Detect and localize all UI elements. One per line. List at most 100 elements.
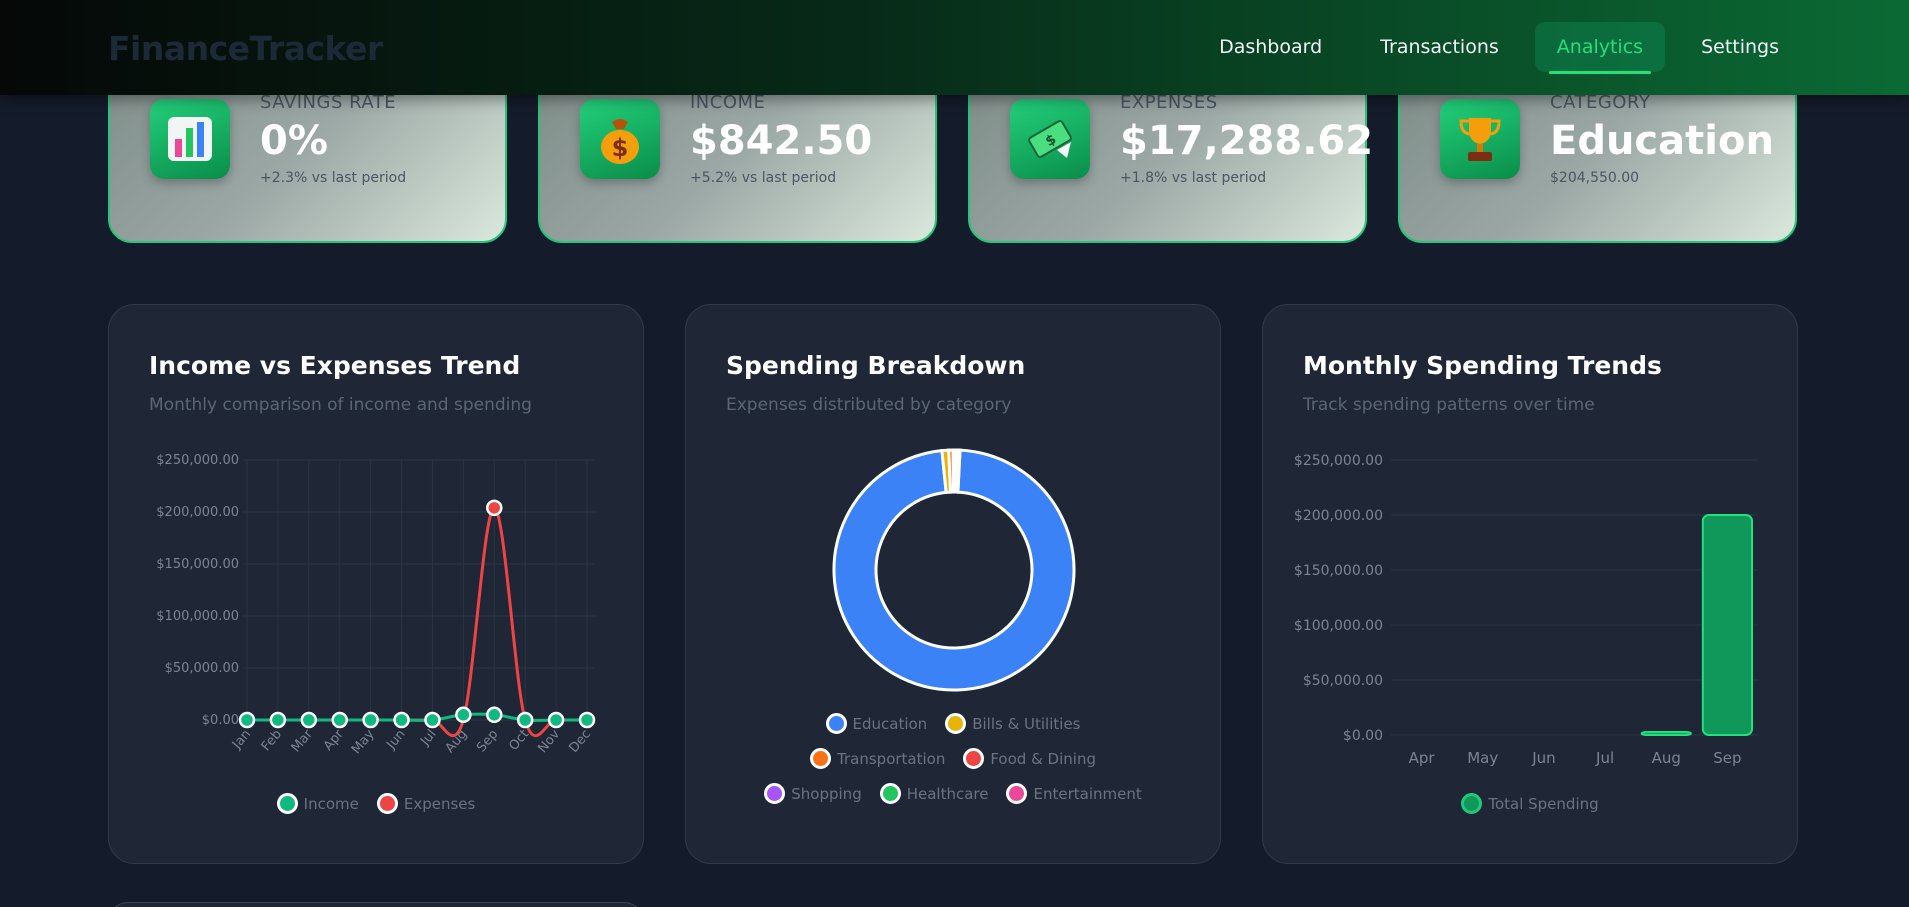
svg-text:$: $ <box>612 134 629 162</box>
data-point-income <box>486 706 503 724</box>
x-tick-label: Dec <box>566 727 594 756</box>
x-tick-label: Jul <box>1595 749 1614 767</box>
stat-value: $842.50 <box>690 118 873 164</box>
x-tick-label: Jun <box>1531 749 1555 767</box>
stat-label: CATEGORY <box>1550 92 1651 113</box>
legend-dot-icon <box>1006 783 1028 804</box>
main-nav: Dashboard Transactions Analytics Setting… <box>1197 22 1801 74</box>
nav-settings[interactable]: Settings <box>1679 22 1801 72</box>
data-point-income <box>578 711 596 729</box>
legend-dot-icon <box>879 783 901 804</box>
donut-chart <box>832 448 1076 692</box>
legend-dot-icon <box>376 793 398 814</box>
legend-item[interactable]: Transportation <box>810 748 945 769</box>
brand-logo[interactable]: FinanceTracker <box>108 29 383 68</box>
y-tick-label: $100,000.00 <box>1294 618 1383 634</box>
x-tick-label: May <box>1467 749 1498 767</box>
data-point-income <box>516 711 534 729</box>
stat-sub: +1.8% vs last period <box>1120 170 1267 186</box>
y-tick-label: $250,000.00 <box>156 453 239 468</box>
trend-chart-panel: Income vs Expenses Trend Monthly compari… <box>108 304 644 864</box>
y-tick-label: $50,000.00 <box>165 661 239 676</box>
series-line-expenses <box>247 506 587 738</box>
bar-chart: $0.00 $50,000.00 $100,000.00 $150,000.00 $20… <box>1294 453 1758 767</box>
next-card-peek <box>108 902 644 907</box>
breakdown-legend: Education Bills & Utilities Transportation… <box>686 713 1220 804</box>
legend-label: Expenses <box>403 794 476 813</box>
nav-transactions[interactable]: Transactions <box>1358 22 1521 72</box>
legend-item[interactable]: Education <box>825 713 928 734</box>
data-point-income <box>300 711 318 729</box>
trophy-icon <box>1440 99 1520 179</box>
bar-sep <box>1701 514 1754 736</box>
stat-label: INCOME <box>690 92 766 113</box>
legend-label: Entertainment <box>1033 784 1142 803</box>
legend-item[interactable]: Shopping <box>764 783 862 804</box>
nav-analytics[interactable]: Analytics <box>1534 22 1666 74</box>
stat-label: EXPENSES <box>1120 92 1218 113</box>
legend-dot-icon <box>825 713 847 734</box>
y-tick-label: $250,000.00 <box>1294 453 1383 469</box>
y-tick-label: $200,000.00 <box>156 505 239 520</box>
data-point-income <box>455 706 472 724</box>
x-tick-label: Sep <box>474 727 501 755</box>
y-tick-label: $200,000.00 <box>1294 508 1383 524</box>
trend-legend: Income Expenses <box>109 793 643 814</box>
x-tick-label: Sep <box>1713 749 1741 767</box>
data-point-expenses <box>486 499 503 517</box>
stat-value: $17,288.62 <box>1120 118 1374 164</box>
bar-chart-icon <box>150 99 230 179</box>
legend-item[interactable]: Healthcare <box>879 783 989 804</box>
legend-item-total-spending[interactable]: Total Spending <box>1461 793 1599 814</box>
legend-label: Income <box>303 794 359 813</box>
legend-item[interactable]: Entertainment <box>1006 783 1142 804</box>
data-point-income <box>362 711 379 729</box>
legend-dot-icon <box>945 713 967 734</box>
data-point-income <box>269 711 287 729</box>
legend-label: Bills & Utilities <box>972 714 1081 733</box>
x-tick-label: Aug <box>1652 749 1681 767</box>
line-chart: $0.00 $50,000.00 $100,000.00 $150,000.00 $20… <box>156 453 596 757</box>
monthly-chart-panel: Monthly Spending Trends Track spending p… <box>1262 304 1798 864</box>
legend-item[interactable]: Food & Dining <box>963 748 1096 769</box>
y-tick-label: $100,000.00 <box>156 609 239 624</box>
legend-label: Total Spending <box>1488 794 1599 813</box>
stat-sub: $204,550.00 <box>1550 170 1640 186</box>
stat-label: SAVINGS RATE <box>260 92 397 113</box>
x-tick-label: Feb <box>259 727 285 754</box>
x-tick-label: Nov <box>535 727 563 756</box>
nav-dashboard[interactable]: Dashboard <box>1197 22 1344 72</box>
stat-value: 0% <box>260 118 328 164</box>
donut-slice-6 <box>955 448 962 494</box>
x-tick-label: May <box>349 727 378 757</box>
y-tick-label: $150,000.00 <box>1294 563 1383 579</box>
data-point-income <box>547 711 565 729</box>
stat-sub: +2.3% vs last period <box>260 170 407 186</box>
legend-label: Education <box>852 714 928 733</box>
data-point-income <box>238 711 256 729</box>
y-tick-label: $0.00 <box>1343 728 1383 744</box>
x-tick-label: Apr <box>321 726 347 753</box>
y-tick-label: $0.00 <box>202 713 239 728</box>
data-point-income <box>424 711 441 729</box>
breakdown-chart-panel: Spending Breakdown Expenses distributed … <box>685 304 1221 864</box>
legend-label: Healthcare <box>906 784 989 803</box>
x-tick-label: Apr <box>1409 749 1436 767</box>
stat-sub: +5.2% vs last period <box>690 170 837 186</box>
legend-dot-icon <box>810 748 832 769</box>
bar-aug <box>1640 731 1692 736</box>
x-tick-label: Jan <box>229 727 254 753</box>
legend-dot-icon <box>1461 793 1483 814</box>
money-bag-icon: $ <box>580 99 660 179</box>
legend-label: Transportation <box>837 749 946 768</box>
legend-dot-icon <box>963 748 985 769</box>
legend-item[interactable]: Bills & Utilities <box>945 713 1080 734</box>
series-line-income <box>247 712 587 722</box>
legend-item-income[interactable]: Income <box>276 793 359 814</box>
top-navigation-bar: FinanceTracker Dashboard Transactions An… <box>0 0 1909 95</box>
stat-value: Education <box>1550 118 1774 164</box>
legend-label: Shopping <box>791 784 862 803</box>
legend-item-expenses[interactable]: Expenses <box>376 793 476 814</box>
y-tick-label: $50,000.00 <box>1303 673 1383 689</box>
money-flying-icon: $ <box>1010 99 1090 179</box>
